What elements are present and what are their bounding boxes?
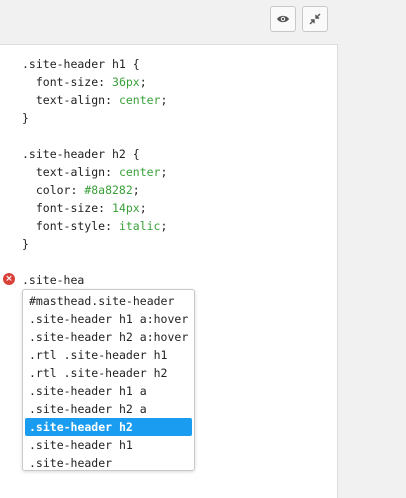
css-token: .site-header h2 { (22, 147, 140, 161)
code-line: .site-header h2 { (22, 145, 167, 163)
autocomplete-option[interactable]: .rtl .site-header h2 (25, 364, 192, 382)
autocomplete-option[interactable]: .site-header h2 a (25, 400, 192, 418)
autocomplete-option[interactable]: .rtl .site-header h1 (25, 346, 192, 364)
code-editor[interactable]: .site-header h1 { font-size: 36px; text-… (0, 44, 338, 498)
code-line: } (22, 235, 167, 253)
css-token: font-style: (22, 219, 119, 233)
preview-button[interactable] (270, 6, 296, 32)
css-value: 36px (112, 75, 140, 89)
autocomplete-option[interactable]: .site-header h1 a:hover (25, 310, 192, 328)
css-token: } (22, 237, 29, 251)
code-line: text-align: center; (22, 91, 168, 109)
code-line: font-size: 36px; (22, 73, 167, 91)
css-token: ; (160, 219, 168, 233)
code-line: .site-hea (22, 271, 167, 289)
code-line: text-align: center; (22, 163, 168, 181)
css-token: } (22, 111, 29, 125)
css-value: 14px (112, 201, 140, 215)
css-value: italic (118, 219, 161, 233)
css-token: ; (139, 201, 147, 215)
css-value: center (118, 165, 161, 179)
autocomplete-option[interactable]: .site-header h2 (25, 418, 192, 436)
autocomplete-option[interactable]: .site-header h1 a (25, 382, 192, 400)
css-token: ; (160, 165, 168, 179)
error-marker-icon[interactable]: × (3, 273, 15, 285)
css-token: text-align: (22, 93, 119, 107)
autocomplete-option[interactable]: .site-header h2 a:hover (25, 328, 192, 346)
css-value: center (118, 93, 161, 107)
side-panel (338, 0, 406, 498)
css-token: .site-hea (22, 273, 85, 287)
css-token: font-size: (22, 75, 113, 89)
css-token: .site-header h1 { (22, 57, 140, 71)
eye-icon (277, 15, 289, 23)
code-line: font-style: italic; (22, 217, 168, 235)
css-token: font-size: (22, 201, 113, 215)
code-line: } (22, 109, 167, 127)
css-token: color: (22, 183, 85, 197)
code-content[interactable]: .site-header h1 { font-size: 36px; text-… (22, 55, 167, 289)
editor-toolbar (0, 0, 338, 44)
code-line: font-size: 14px; (22, 199, 167, 217)
css-token: text-align: (22, 165, 119, 179)
autocomplete-dropdown[interactable]: #masthead.site-header .site-header h1 a:h… (22, 289, 195, 471)
autocomplete-option[interactable]: .site-header (25, 454, 192, 472)
autocomplete-option[interactable]: .site-header h1 (25, 436, 192, 454)
collapse-button[interactable] (302, 6, 328, 32)
code-line: .site-header h1 { (22, 55, 167, 73)
css-value: #8a8282 (84, 183, 133, 197)
css-token: ; (132, 183, 140, 197)
code-line: color: #8a8282; (22, 181, 167, 199)
collapse-arrows-icon (309, 13, 321, 25)
autocomplete-option[interactable]: #masthead.site-header (25, 292, 192, 310)
css-token: ; (139, 75, 147, 89)
css-token: ; (160, 93, 168, 107)
